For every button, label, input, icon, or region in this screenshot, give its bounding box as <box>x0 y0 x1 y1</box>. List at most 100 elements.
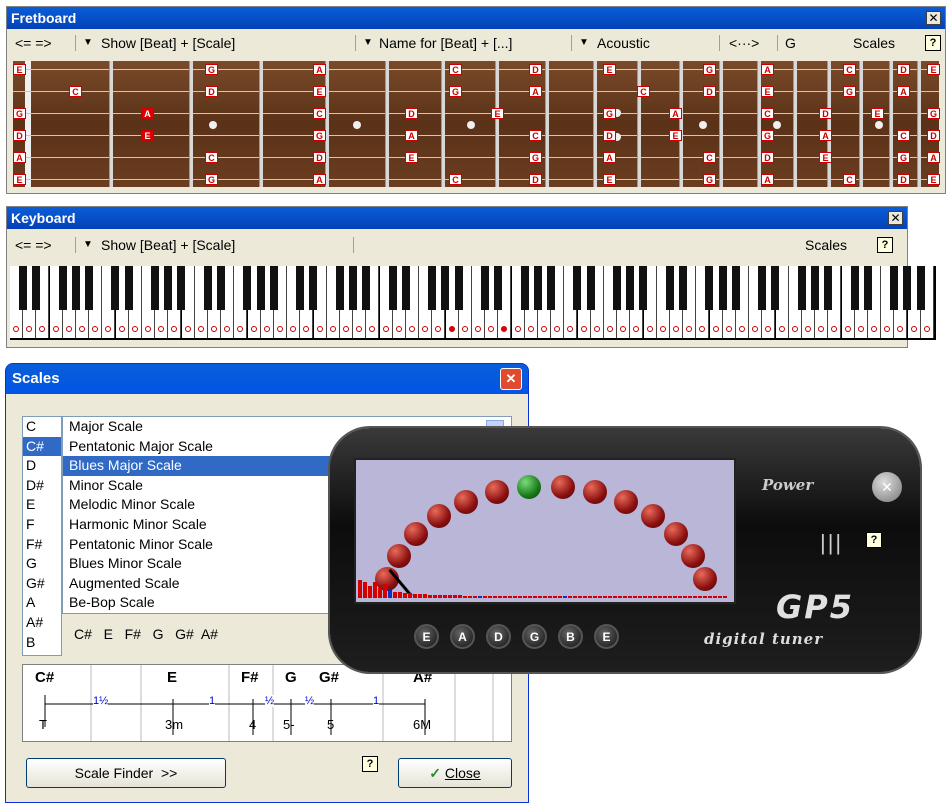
root-note-item[interactable]: E <box>23 495 61 515</box>
fret-note[interactable]: G <box>603 108 616 119</box>
piano-keyboard[interactable] <box>10 266 936 340</box>
piano-black-key[interactable] <box>863 266 872 310</box>
open-string-note[interactable]: G <box>13 108 26 119</box>
fret-note[interactable]: C <box>313 108 326 119</box>
fret-note[interactable]: D <box>761 152 774 163</box>
instrument-dropdown[interactable]: Acoustic <box>597 31 650 55</box>
fret-note[interactable]: G <box>843 86 856 97</box>
fretboard-neck[interactable]: E G D A E C A E G D C G A E C G D A D A … <box>13 61 940 187</box>
fret-note[interactable]: G <box>205 64 218 75</box>
piano-black-key[interactable] <box>124 266 133 310</box>
piano-black-key[interactable] <box>441 266 450 310</box>
fret-note[interactable]: D <box>927 130 940 141</box>
piano-black-key[interactable] <box>111 266 120 310</box>
piano-black-key[interactable] <box>665 266 674 310</box>
show-beat-scale-dropdown[interactable]: Show [Beat] + [Scale] <box>101 31 235 55</box>
piano-black-key[interactable] <box>481 266 489 310</box>
fret-note[interactable]: E <box>669 130 682 141</box>
fret-note[interactable]: G <box>529 152 542 163</box>
string-a-button[interactable]: A <box>450 624 475 649</box>
piano-black-key[interactable] <box>203 266 212 310</box>
root-note-list[interactable]: C C# D D# E F F# G G# A A# B <box>22 416 62 656</box>
root-note-item[interactable]: A <box>23 593 61 613</box>
fret-note[interactable]: E <box>927 174 940 185</box>
fret-note[interactable]: C <box>529 130 542 141</box>
scales-button[interactable]: Scales <box>853 31 895 55</box>
root-note-item[interactable]: G <box>23 554 61 574</box>
fret-note[interactable]: C <box>449 174 462 185</box>
fret-note[interactable]: G <box>897 152 910 163</box>
fretboard-close-button[interactable]: ✕ <box>926 11 941 25</box>
fret-note[interactable]: G <box>205 174 218 185</box>
piano-black-key[interactable] <box>85 266 93 310</box>
fret-note[interactable]: A <box>313 174 326 185</box>
piano-black-key[interactable] <box>626 266 635 310</box>
open-string-note[interactable]: A <box>13 152 26 163</box>
piano-black-key[interactable] <box>679 266 687 310</box>
string-e-high-button[interactable]: E <box>594 624 619 649</box>
open-string-note[interactable]: E <box>13 64 26 75</box>
piano-black-key[interactable] <box>388 266 397 310</box>
piano-black-key[interactable] <box>177 266 186 310</box>
fret-note[interactable]: G <box>927 108 940 119</box>
piano-black-key[interactable] <box>718 266 727 310</box>
show-beat-scale-dropdown[interactable]: Show [Beat] + [Scale] <box>101 233 235 257</box>
piano-black-key[interactable] <box>494 266 503 310</box>
fret-note[interactable]: D <box>529 174 542 185</box>
root-note-item[interactable]: F <box>23 515 61 535</box>
piano-black-key[interactable] <box>32 266 41 310</box>
piano-black-key[interactable] <box>19 266 27 310</box>
power-button[interactable]: ✕ <box>872 472 902 502</box>
fret-note[interactable]: D <box>405 108 418 119</box>
fret-note[interactable]: E <box>819 152 832 163</box>
root-note-item[interactable]: A# <box>23 613 61 633</box>
fret-note[interactable]: G <box>313 130 326 141</box>
piano-black-key[interactable] <box>705 266 714 310</box>
fret-note[interactable]: E <box>927 64 940 75</box>
piano-black-key[interactable] <box>771 266 780 310</box>
help-icon[interactable]: ? <box>866 532 882 548</box>
fret-note[interactable]: G <box>703 64 716 75</box>
root-note-item[interactable]: B <box>23 633 61 653</box>
fret-note[interactable]: A <box>313 64 326 75</box>
fret-note-active[interactable]: E <box>141 130 154 141</box>
fret-note[interactable]: D <box>603 130 616 141</box>
fret-note[interactable]: A <box>927 152 940 163</box>
piano-black-key[interactable] <box>903 266 912 310</box>
open-string-note[interactable]: D <box>13 130 26 141</box>
fret-note[interactable]: A <box>529 86 542 97</box>
fret-note[interactable]: C <box>761 108 774 119</box>
piano-black-key[interactable] <box>850 266 859 310</box>
fret-note[interactable]: C <box>843 174 856 185</box>
fret-note[interactable]: C <box>637 86 650 97</box>
name-for-dropdown[interactable]: Name for [Beat] + [...] <box>379 31 512 55</box>
fret-note[interactable]: A <box>897 86 910 97</box>
fret-note[interactable]: E <box>405 152 418 163</box>
piano-black-key[interactable] <box>151 266 159 310</box>
piano-black-key[interactable] <box>335 266 344 310</box>
piano-black-key[interactable] <box>164 266 173 310</box>
fret-note[interactable]: C <box>205 152 218 163</box>
piano-black-key[interactable] <box>586 266 595 310</box>
root-note-item[interactable]: F# <box>23 535 61 555</box>
root-note-item[interactable]: D# <box>23 476 61 496</box>
piano-black-key[interactable] <box>243 266 252 310</box>
fret-note[interactable]: C <box>69 86 82 97</box>
string-b-button[interactable]: B <box>558 624 583 649</box>
fret-note[interactable]: E <box>871 108 884 119</box>
piano-black-key[interactable] <box>256 266 265 310</box>
fret-note[interactable]: A <box>819 130 832 141</box>
help-icon[interactable]: ? <box>877 237 893 253</box>
piano-black-key[interactable] <box>758 266 767 310</box>
piano-black-key[interactable] <box>401 266 410 310</box>
fret-note[interactable]: D <box>897 174 910 185</box>
root-note-item[interactable]: C# <box>23 436 61 457</box>
fret-note[interactable]: G <box>761 130 774 141</box>
fret-note[interactable]: C <box>897 130 910 141</box>
fret-note[interactable]: E <box>603 174 616 185</box>
root-note-item[interactable]: G# <box>23 574 61 594</box>
chevron-down-icon[interactable]: ▼ <box>363 31 373 55</box>
piano-black-key[interactable] <box>58 266 67 310</box>
piano-black-key[interactable] <box>916 266 925 310</box>
fret-note[interactable]: A <box>603 152 616 163</box>
